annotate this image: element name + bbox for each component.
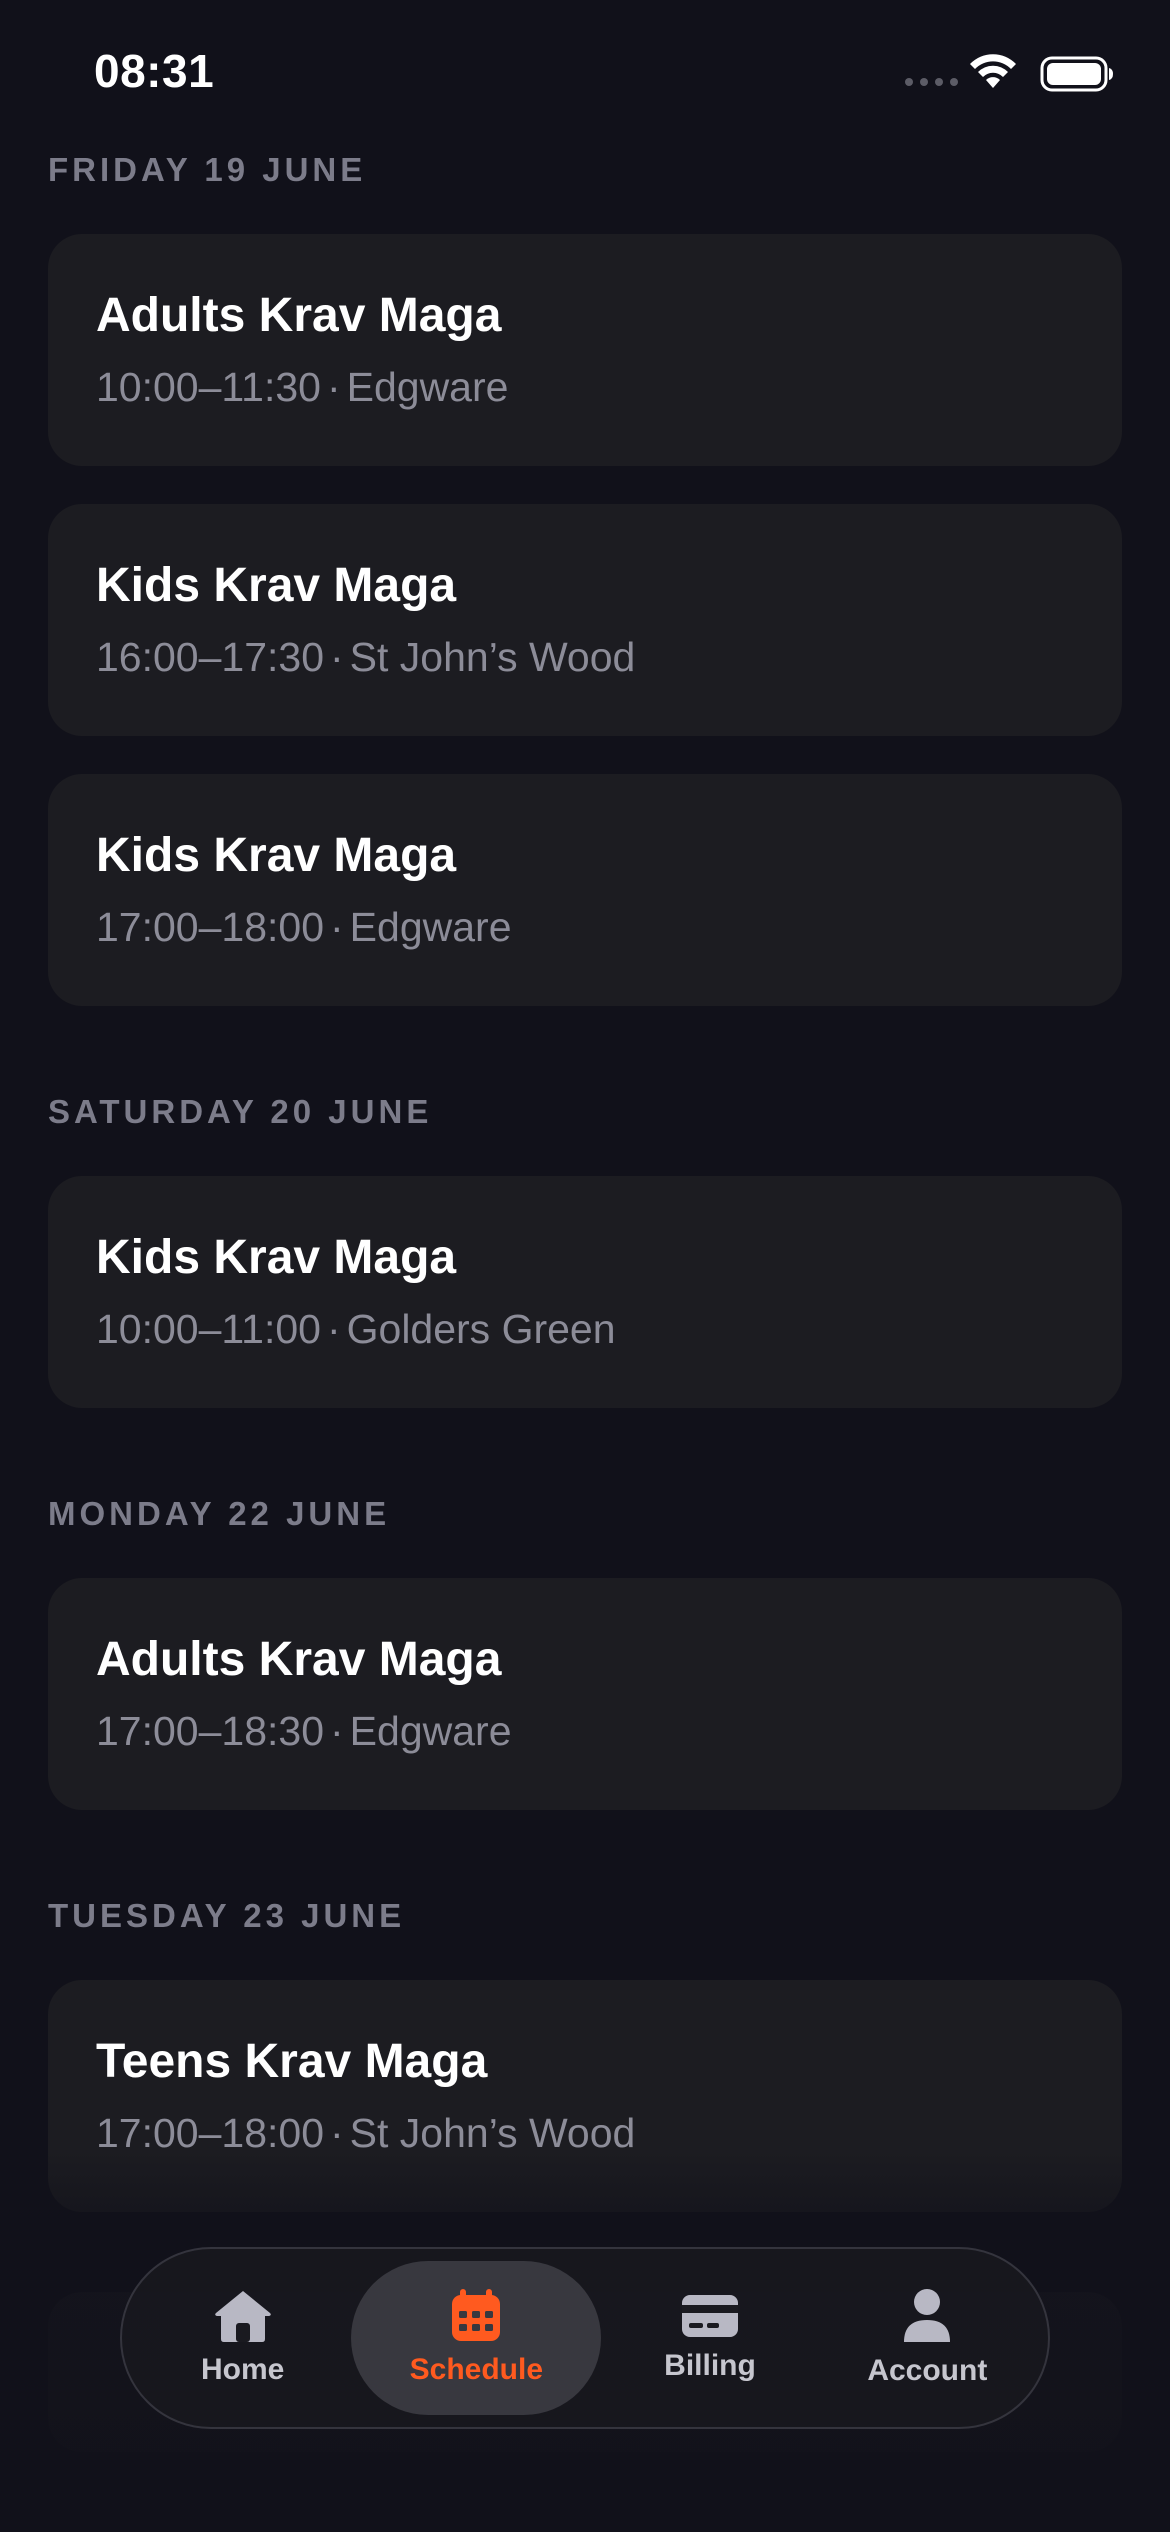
calendar-icon xyxy=(452,2289,501,2341)
tab-account[interactable]: Account xyxy=(819,2261,1036,2415)
class-card[interactable]: Adults Krav Maga 17:00–18:30 · Edgware xyxy=(48,1578,1122,1810)
battery-icon xyxy=(1040,56,1113,92)
tab-label: Billing xyxy=(664,2349,756,2382)
class-card[interactable]: Kids Krav Maga 17:00–18:00 · Edgware xyxy=(48,774,1122,1006)
class-card[interactable]: Kids Krav Maga 10:00–11:00 · Golders Green xyxy=(48,1176,1122,1408)
class-location: St John’s Wood xyxy=(349,2110,636,2156)
tab-label: Account xyxy=(867,2354,988,2387)
person-icon xyxy=(904,2289,951,2342)
class-meta: 10:00–11:30 · Edgware xyxy=(96,359,1074,415)
tab-home[interactable]: Home xyxy=(134,2261,351,2415)
tab-bar: Home Schedule Billing Account xyxy=(120,2247,1050,2429)
class-meta: 17:00–18:00 · Edgware xyxy=(96,899,1074,955)
class-meta: 10:00–11:00 · Golders Green xyxy=(96,1301,1074,1357)
class-title: Kids Krav Maga xyxy=(96,559,457,612)
day-group-friday: FRIDAY 19 JUNE Adults Krav Maga 10:00–11… xyxy=(48,144,1122,1006)
class-card[interactable]: Adults Krav Maga 10:00–11:30 · Edgware xyxy=(48,234,1122,466)
class-time: 10:00–11:00 xyxy=(96,1306,321,1352)
class-location: Edgware xyxy=(346,364,509,410)
meta-separator: · xyxy=(326,1306,341,1352)
wifi-icon xyxy=(970,54,1016,88)
class-title: Adults Krav Maga xyxy=(96,1633,502,1686)
class-time: 17:00–18:00 xyxy=(96,904,325,950)
meta-separator: · xyxy=(326,364,341,410)
day-header: FRIDAY 19 JUNE xyxy=(48,151,367,188)
status-time: 08:31 xyxy=(94,45,215,97)
class-card[interactable]: Teens Krav Maga 17:00–18:00 · St John’s Wo… xyxy=(48,1980,1122,2212)
meta-separator: · xyxy=(330,2110,344,2156)
class-title: Kids Krav Maga xyxy=(96,1231,457,1284)
status-bar: 08:31 xyxy=(0,0,1170,150)
class-time: 17:00–18:30 xyxy=(96,1708,325,1754)
credit-card-icon xyxy=(681,2295,738,2337)
day-group-tuesday: TUESDAY 23 JUNE Teens Krav Maga 17:00–18… xyxy=(48,1890,1122,2212)
class-meta: 17:00–18:30 · Edgware xyxy=(96,1703,1074,1759)
app-screen: 08:31 FRIDAY 19 JUNE Adults Krav Maga 10… xyxy=(0,0,1170,2532)
class-location: St John’s Wood xyxy=(349,634,636,680)
tab-label: Schedule xyxy=(409,2353,544,2386)
meta-separator: · xyxy=(330,1708,344,1754)
class-location: Golders Green xyxy=(346,1306,616,1352)
day-header: SATURDAY 20 JUNE xyxy=(48,1093,433,1130)
day-group-monday: MONDAY 22 JUNE Adults Krav Maga 17:00–18… xyxy=(48,1488,1122,1810)
tab-billing[interactable]: Billing xyxy=(601,2261,818,2415)
class-time: 10:00–11:30 xyxy=(96,364,321,410)
tab-label: Home xyxy=(200,2353,285,2386)
class-title: Adults Krav Maga xyxy=(96,289,502,342)
class-meta: 16:00–17:30 · St John’s Wood xyxy=(96,629,1074,685)
class-title: Kids Krav Maga xyxy=(96,829,457,882)
cellular-signal-icon xyxy=(905,78,958,86)
meta-separator: · xyxy=(330,634,344,680)
class-meta: 17:00–18:00 · St John’s Wood xyxy=(96,2105,1074,2161)
class-location: Edgware xyxy=(349,1708,512,1754)
class-card[interactable]: Kids Krav Maga 16:00–17:30 · St John’s Woo… xyxy=(48,504,1122,736)
day-header: TUESDAY 23 JUNE xyxy=(48,1897,406,1934)
class-location: Edgware xyxy=(349,904,512,950)
meta-separator: · xyxy=(330,904,344,950)
home-icon xyxy=(214,2291,271,2342)
day-header: MONDAY 22 JUNE xyxy=(48,1495,391,1532)
class-time: 17:00–18:00 xyxy=(96,2110,325,2156)
schedule-list: FRIDAY 19 JUNE Adults Krav Maga 10:00–11… xyxy=(48,140,1122,2452)
class-time: 16:00–17:30 xyxy=(96,634,325,680)
tab-schedule[interactable]: Schedule xyxy=(351,2261,602,2415)
class-title: Teens Krav Maga xyxy=(96,2035,488,2088)
day-group-saturday: SATURDAY 20 JUNE Kids Krav Maga 10:00–11… xyxy=(48,1086,1122,1408)
